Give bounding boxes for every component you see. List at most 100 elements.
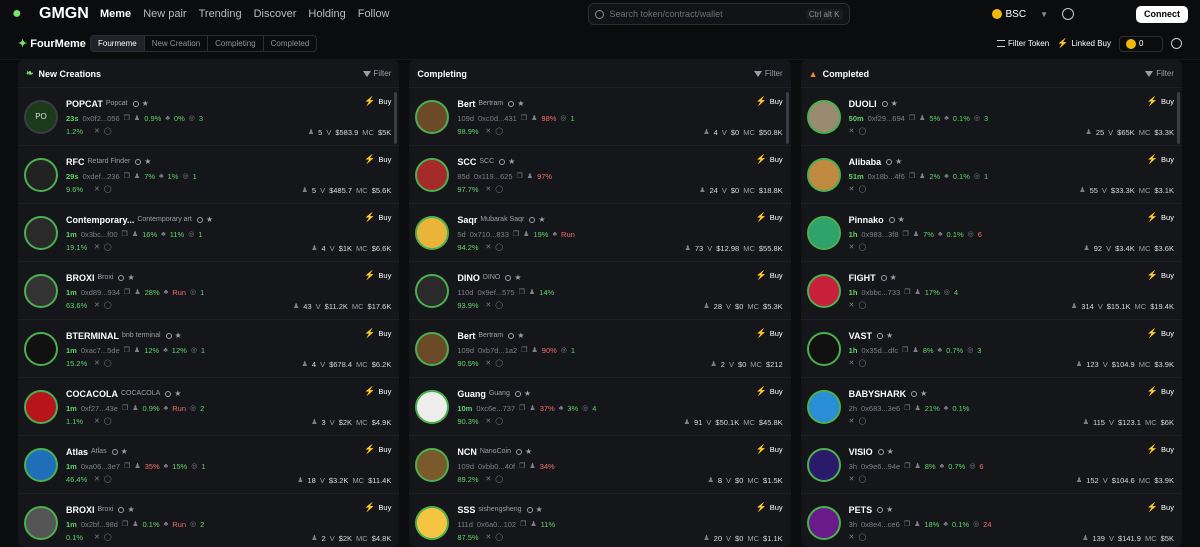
x-icon[interactable]: ✕ [849,475,855,483]
globe-icon[interactable]: ◯ [859,243,867,251]
buy-button[interactable]: ⚡ Buy [364,270,391,281]
buy-button[interactable]: ⚡ Buy [364,154,391,165]
copy-icon[interactable]: ❐ [124,288,130,296]
buy-button[interactable]: ⚡ Buy [364,212,391,223]
search-icon[interactable] [888,216,895,223]
buy-settings-icon[interactable] [1171,38,1182,49]
copy-icon[interactable]: ❐ [521,346,527,354]
x-icon[interactable]: ✕ [485,243,491,251]
star-icon[interactable]: ★ [517,99,524,108]
search-icon[interactable] [877,448,884,455]
star-icon[interactable]: ★ [514,273,521,282]
copy-icon[interactable]: ❐ [904,404,910,412]
globe-icon[interactable]: ◯ [495,243,503,251]
token-row[interactable]: COCACOLA COCACOLA ★ 1m 0xf27...43e ❐ ♟ 0.9% ♣ Run… [18,378,400,436]
star-icon[interactable]: ★ [524,389,531,398]
copy-icon[interactable]: ❐ [122,404,128,412]
copy-icon[interactable]: ❐ [517,172,523,180]
search-icon[interactable] [881,100,888,107]
copy-icon[interactable]: ❐ [519,404,525,412]
token-row[interactable]: Bert Bertram ★ 109d 0xc0d...431 ❐ ♟ 98% ◎ 1 98.9% ✕… [409,88,791,146]
star-icon[interactable]: ★ [538,215,545,224]
token-row[interactable]: BTERMINAL bnb terminal ★ 1m 0xac7...5de ❐ ♟ 12%… [18,320,400,378]
token-row[interactable]: VAST ★ 1h 0x35d...dfc ❐ ♟ 8% ♣ 0.7% ◎ 3 ✕ ◯ ⚡ Buy ♟ 123 V… [800,320,1182,378]
star-icon[interactable]: ★ [517,331,524,340]
star-icon[interactable]: ★ [127,505,134,514]
token-row[interactable]: Alibaba ★ 51m 0x18b...4f6 ❐ ♟ 2% ♣ 0.1% ◎ 1 ✕ ◯ ⚡ Buy ♟… [800,146,1182,204]
nav-follow[interactable]: Follow [358,8,390,20]
globe-icon[interactable]: ◯ [104,185,112,193]
search-icon[interactable] [165,332,172,339]
tab-new-creation[interactable]: New Creation [145,36,209,51]
search-icon[interactable] [165,390,172,397]
x-icon[interactable]: ✕ [485,301,491,309]
token-row[interactable]: FIGHT ★ 1h 0xbbc...733 ❐ ♟ 17% ◎ 4 ✕ ◯ ⚡ Buy ♟ 314 V $15… [800,262,1182,320]
copy-icon[interactable]: ❐ [904,288,910,296]
buy-button[interactable]: ⚡ Buy [1147,154,1174,165]
column-scrollbar[interactable] [785,92,789,144]
buy-button[interactable]: ⚡ Buy [756,386,783,397]
buy-button[interactable]: ⚡ Buy [364,444,391,455]
tab-completed[interactable]: Completed [264,36,317,51]
x-icon[interactable]: ✕ [94,185,100,193]
buy-button[interactable]: ⚡ Buy [364,328,391,339]
search-icon[interactable] [196,216,203,223]
x-icon[interactable]: ✕ [849,185,855,193]
x-icon[interactable]: ✕ [94,243,100,251]
copy-icon[interactable]: ❐ [124,462,130,470]
star-icon[interactable]: ★ [898,215,905,224]
buy-button[interactable]: ⚡ Buy [756,212,783,223]
buy-button[interactable]: ⚡ Buy [756,444,783,455]
search-icon[interactable] [135,158,142,165]
star-icon[interactable]: ★ [895,157,902,166]
copy-icon[interactable]: ❐ [519,462,525,470]
search-icon[interactable] [911,390,918,397]
buy-button[interactable]: ⚡ Buy [756,328,783,339]
linked-buy-toggle[interactable]: ⚡ Linked Buy [1057,38,1111,49]
search-box[interactable]: Ctrl alt K [587,3,850,25]
token-row[interactable]: DINO DINO ★ 110d 0x9ef...575 ❐ ♟ 14% 93.9% ✕ ◯ ⚡ Buy… [409,262,791,320]
globe-icon[interactable]: ◯ [104,475,112,483]
globe-icon[interactable]: ◯ [859,301,867,309]
connect-button[interactable]: Connect [1136,5,1188,23]
globe-icon[interactable]: ◯ [495,359,503,367]
buy-button[interactable]: ⚡ Buy [756,154,783,165]
search-icon[interactable] [111,448,118,455]
globe-icon[interactable]: ◯ [104,417,112,425]
globe-icon[interactable]: ◯ [859,185,867,193]
star-icon[interactable]: ★ [206,215,213,224]
token-row[interactable]: Saqr Mubarak Saqr ★ 5d 0x710...833 ❐ ♟ 19% ♣ Run 9… [409,204,791,262]
copy-icon[interactable]: ❐ [521,114,527,122]
search-icon[interactable] [880,274,887,281]
column-filter-button[interactable]: Filter [362,69,391,78]
buy-button[interactable]: ⚡ Buy [364,502,391,513]
x-icon[interactable]: ✕ [94,301,100,309]
star-icon[interactable]: ★ [175,331,182,340]
search-icon[interactable] [877,506,884,513]
globe-icon[interactable]: ◯ [104,301,112,309]
search-icon[interactable] [118,506,125,513]
buy-button[interactable]: ⚡ Buy [1147,502,1174,513]
star-icon[interactable]: ★ [525,447,532,456]
star-icon[interactable]: ★ [142,99,149,108]
x-icon[interactable]: ✕ [94,475,100,483]
token-row[interactable]: RFC Retard Finder ★ 29s 0xdef...236 ❐ ♟ 7% ♣ 1% ◎ 1… [18,146,400,204]
globe-icon[interactable]: ◯ [859,475,867,483]
star-icon[interactable]: ★ [127,273,134,282]
globe-icon[interactable]: ◯ [859,127,867,135]
buy-amount-input[interactable]: 0 [1119,35,1163,52]
x-icon[interactable]: ✕ [849,243,855,251]
token-row[interactable]: BROXI Broxi ★ 1m 0xd89...934 ❐ ♟ 28% ♣ Run ◎ 1 63.6%… [18,262,400,320]
column-scrollbar[interactable] [394,92,398,144]
token-row[interactable]: Pinnako ★ 1h 0x983...3f8 ❐ ♟ 7% ♣ 0.1% ◎ 6 ✕ ◯ ⚡ Buy ♟ 9… [800,204,1182,262]
buy-button[interactable]: ⚡ Buy [756,502,783,513]
copy-icon[interactable]: ❐ [122,520,128,528]
token-row[interactable]: Guang Guang ★ 10m 0xc6e...737 ❐ ♟ 37% ♣ 3% ◎ 4 90.3%… [409,378,791,436]
search-icon[interactable] [529,216,536,223]
token-row[interactable]: BABYSHARK ★ 2h 0x683...3e6 ❐ ♟ 21% ♣ 0.1% ✕ ◯ ⚡ Buy ♟… [800,378,1182,436]
token-row[interactable]: Contemporary... Contemporary art ★ 1m 0x3bc.… [18,204,400,262]
copy-icon[interactable]: ❐ [904,462,910,470]
x-icon[interactable]: ✕ [849,359,855,367]
search-icon[interactable] [508,332,515,339]
globe-icon[interactable]: ◯ [859,359,867,367]
